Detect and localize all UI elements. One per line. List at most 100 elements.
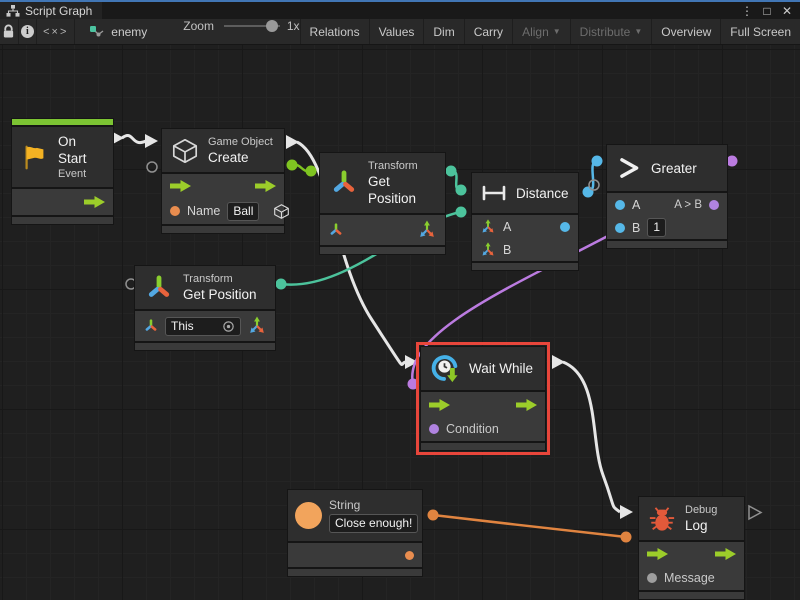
transform-icon <box>329 168 359 198</box>
name-input-port[interactable] <box>170 206 180 216</box>
script-graph-window: Script Graph ⋮ □ ✕ i <×> <box>0 0 800 600</box>
message-wire <box>433 515 626 537</box>
cube-icon <box>171 137 199 165</box>
exec-output-port[interactable] <box>255 180 276 192</box>
string-value-field[interactable]: Close enough! <box>329 514 418 533</box>
dim-button[interactable]: Dim <box>423 19 463 44</box>
info-icon: i <box>21 25 34 38</box>
wait-clock-icon <box>429 353 460 384</box>
target-object-field[interactable]: This <box>165 317 241 336</box>
object-picker-icon[interactable] <box>222 320 235 333</box>
distribute-dropdown-button[interactable]: Distribute▼ <box>570 19 652 44</box>
name-input-field[interactable]: Ball <box>227 202 259 221</box>
graph-node-icon <box>89 25 105 39</box>
graph-hierarchy-icon <box>6 5 20 17</box>
node-title: Log <box>685 517 717 534</box>
node-title: Create <box>208 149 273 166</box>
distance-icon <box>481 183 507 203</box>
input-port-b[interactable] <box>615 223 625 233</box>
node-title: On Start <box>58 133 104 167</box>
zoom-slider[interactable] <box>224 19 280 33</box>
node-category: Debug <box>685 503 717 517</box>
window-menu-button[interactable]: ⋮ <box>740 4 754 18</box>
relations-button[interactable]: Relations <box>300 19 369 44</box>
port-a-label: A <box>503 220 511 234</box>
graph-breadcrumb[interactable]: enemy <box>89 19 147 44</box>
node-footer <box>320 247 445 254</box>
titlebar: Script Graph ⋮ □ ✕ <box>0 2 800 19</box>
distance-output-port[interactable] <box>560 222 570 232</box>
port-b-label: B <box>632 221 640 235</box>
exec-output-port[interactable] <box>84 196 105 208</box>
lock-button[interactable] <box>0 19 19 44</box>
zoom-value: 1x <box>287 19 300 44</box>
transform-input-port[interactable] <box>328 222 344 238</box>
zoom-label: Zoom <box>183 19 214 44</box>
toolbar: i <×> enemy Zoom 1x Relations Values Dim… <box>0 19 800 45</box>
node-footer <box>135 343 275 350</box>
align-dropdown-button[interactable]: Align▼ <box>512 19 570 44</box>
graph-canvas[interactable]: On Start Event <box>0 45 800 600</box>
window-close-button[interactable]: ✕ <box>780 4 794 18</box>
node-title: Greater <box>651 160 697 177</box>
node-string-literal[interactable]: String Close enough! <box>288 490 422 576</box>
window-maximize-button[interactable]: □ <box>760 4 774 18</box>
vector3-output-port[interactable] <box>417 220 437 240</box>
port-a-label: A <box>632 198 640 212</box>
node-subtitle: Event <box>58 167 104 181</box>
result-output-port[interactable] <box>709 200 719 210</box>
message-label: Message <box>664 571 715 585</box>
node-debug-log[interactable]: Debug Log Message <box>639 497 744 599</box>
input-port-a[interactable] <box>615 200 625 210</box>
condition-input-port[interactable] <box>429 424 439 434</box>
string-icon <box>295 502 322 529</box>
name-port-label: Name <box>187 204 220 218</box>
node-footer <box>288 569 422 576</box>
node-category: Transform <box>368 159 436 173</box>
node-footer <box>639 592 744 599</box>
b-value-field[interactable]: 1 <box>647 218 666 237</box>
node-create-game-object[interactable]: Game Object Create Name Ball <box>162 129 284 233</box>
node-title: Get Position <box>368 173 436 207</box>
node-footer <box>162 226 284 233</box>
exec-input-port[interactable] <box>647 548 668 560</box>
node-wait-while[interactable]: Wait While Condition <box>421 347 545 450</box>
exec-input-port[interactable] <box>429 399 450 411</box>
overview-button[interactable]: Overview <box>651 19 720 44</box>
values-button[interactable]: Values <box>369 19 424 44</box>
exec-output-port[interactable] <box>715 548 736 560</box>
node-title: Distance <box>516 185 569 202</box>
vector3-input-port-a[interactable] <box>480 219 496 235</box>
code-icon: <×> <box>43 26 68 38</box>
transform-input-port[interactable] <box>143 318 159 334</box>
node-on-start-event[interactable]: On Start Event <box>12 119 113 224</box>
node-distance[interactable]: Distance A <box>472 173 578 270</box>
node-footer <box>607 241 727 248</box>
string-output-port[interactable] <box>405 551 414 560</box>
zoom-slider-knob[interactable] <box>266 20 278 32</box>
node-title: Get Position <box>183 286 257 303</box>
tab-script-graph[interactable]: Script Graph <box>0 2 102 19</box>
port-b-label: B <box>503 243 511 257</box>
node-greater[interactable]: Greater A A > B B 1 <box>607 145 727 248</box>
info-button[interactable]: i <box>19 19 38 44</box>
vector3-input-port-b[interactable] <box>480 242 496 258</box>
node-get-position-2[interactable]: Transform Get Position This <box>135 266 275 350</box>
exec-input-port[interactable] <box>170 180 191 192</box>
gameobject-output-port[interactable] <box>273 203 290 220</box>
node-footer <box>472 263 578 270</box>
code-view-button[interactable]: <×> <box>37 19 75 44</box>
node-title: String <box>329 498 418 512</box>
greater-icon <box>616 155 642 181</box>
chevron-down-icon: ▼ <box>553 27 561 36</box>
full-screen-button[interactable]: Full Screen <box>720 19 800 44</box>
node-get-position-1[interactable]: Transform Get Position <box>320 153 445 254</box>
carry-button[interactable]: Carry <box>464 19 512 44</box>
exec-output-port[interactable] <box>516 399 537 411</box>
node-footer <box>12 217 113 224</box>
vector3-output-port[interactable] <box>247 316 267 336</box>
node-category: Game Object <box>208 135 273 149</box>
node-title: Wait While <box>469 360 533 377</box>
graph-name: enemy <box>111 25 147 39</box>
message-input-port[interactable] <box>647 573 657 583</box>
